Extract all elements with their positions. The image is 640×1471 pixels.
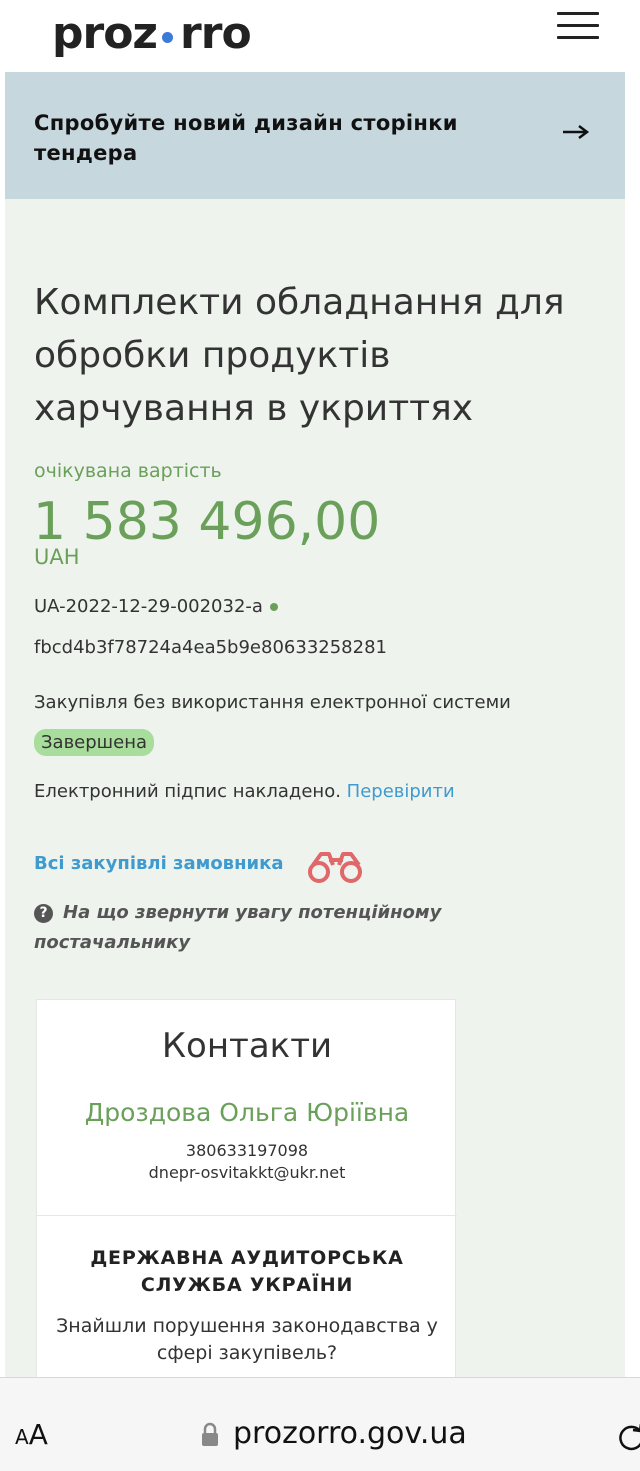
logo-text-left: proz (52, 8, 158, 59)
currency-label: UAH (34, 545, 80, 569)
audit-service-title: ДЕРЖАВНА АУДИТОРСЬКА СЛУЖБА УКРАЇНИ (90, 1247, 404, 1296)
supplier-attention-link[interactable]: ? На що звернути увагу потенційному поста… (34, 898, 504, 958)
contact-phone[interactable]: 380633197098 (37, 1141, 457, 1160)
hamburger-menu-icon[interactable] (557, 12, 599, 39)
site-header: proz rro (0, 0, 640, 72)
browser-address-bar: AA prozorro.gov.ua (0, 1377, 640, 1471)
all-customer-purchases-link[interactable]: Всі закупівлі замовника (34, 853, 284, 874)
contacts-title: Контакти (161, 1026, 333, 1066)
card-divider (37, 1215, 457, 1216)
contact-email[interactable]: dnepr-osvitakkt@ukr.net (37, 1163, 457, 1182)
aa-small-glyph: A (15, 1425, 29, 1449)
tender-title: Комплекти обладнання для обробки продукт… (34, 282, 565, 429)
question-circle-icon: ? (34, 904, 53, 923)
signature-text: Електронний підпис накладено. (34, 781, 347, 802)
procurement-type: Закупівля без використання електронної с… (34, 692, 511, 713)
banner-text: Спробуйте новий дизайн сторінки тендера (34, 111, 458, 165)
tender-id-text: UA-2022-12-29-002032-a (34, 596, 263, 617)
binoculars-icon[interactable] (305, 848, 367, 884)
logo-dot-icon (162, 32, 174, 43)
tender-hash: fbcd4b3f78724a4ea5b9e80633258281 (34, 637, 387, 658)
logo-text-right: rro (180, 8, 252, 59)
estimated-amount: 1 583 496,00 (33, 492, 381, 552)
lock-icon (202, 1422, 218, 1446)
reload-icon[interactable] (616, 1421, 640, 1453)
attention-text: На що звернути увагу потенційному постач… (34, 902, 442, 953)
active-dot-icon (269, 602, 278, 611)
estimated-value-label: очікувана вартість (34, 460, 222, 482)
prozorro-logo[interactable]: proz rro (52, 8, 252, 59)
new-design-banner[interactable]: Спробуйте новий дизайн сторінки тендера (5, 72, 625, 199)
text-size-button[interactable]: AA (15, 1418, 48, 1451)
status-badge: Завершена (34, 729, 155, 756)
audit-question: Знайшли порушення законодавства у сфері … (56, 1315, 438, 1364)
contacts-card: Контакти Дроздова Ольга Юріївна 38063319… (36, 999, 457, 1399)
signature-line: Електронний підпис накладено. Перевірити (34, 781, 455, 802)
url-text[interactable]: prozorro.gov.ua (233, 1416, 467, 1451)
arrow-right-icon (563, 125, 590, 139)
aa-large-glyph: A (28, 1418, 48, 1451)
tender-id: UA-2022-12-29-002032-a (34, 596, 278, 617)
contact-name: Дроздова Ольга Юріївна (84, 1098, 410, 1127)
verify-signature-link[interactable]: Перевірити (347, 781, 455, 802)
